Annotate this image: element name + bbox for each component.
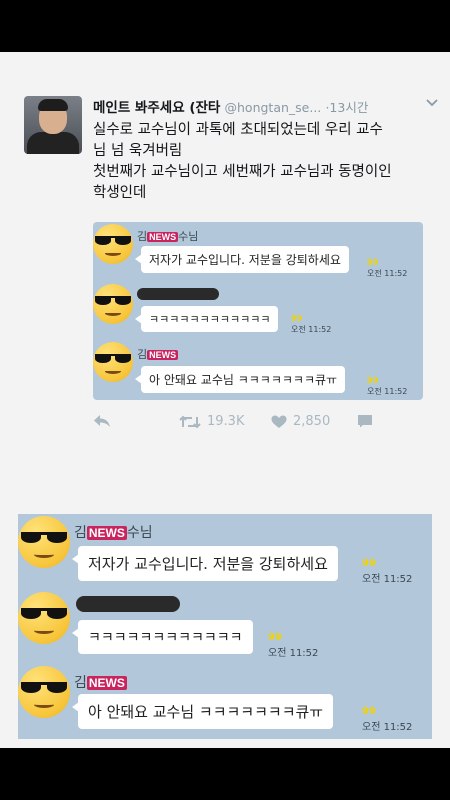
tweet-text-line: 실수로 교수님이 과톡에 초대되었는데 우리 교수 님 넘 욱겨버림 bbox=[93, 122, 383, 159]
chat-bubble: 아 안돼요 교수님 ㅋㅋㅋㅋㅋㅋㅋ큐ㅠ bbox=[71, 694, 334, 729]
sunglasses-emoji-icon bbox=[93, 284, 133, 324]
sunglasses-emoji-icon bbox=[93, 342, 133, 382]
sunglasses-emoji-icon bbox=[18, 592, 70, 644]
message-time: 오전 11:52 bbox=[268, 648, 319, 659]
reply-button[interactable] bbox=[93, 414, 111, 428]
unread-count: 99 bbox=[291, 314, 303, 323]
sunglasses-emoji-icon bbox=[93, 224, 133, 264]
like-button[interactable]: 2,850 bbox=[271, 414, 330, 429]
unread-count: 99 bbox=[367, 258, 379, 267]
unread-count: 99 bbox=[367, 376, 379, 385]
sender-name: 김 NEWS 수님 bbox=[74, 525, 153, 541]
enlarged-chat-image: 김 NEWS 수님 저자가 교수입니다. 저분을 강퇴하세요 99 오전 11:52… bbox=[18, 514, 432, 739]
like-count: 2,850 bbox=[293, 414, 331, 429]
screenshot-page: 메인트 봐주세요 (잔타 @hongtan_se... ·13시간 실수로 교수… bbox=[0, 52, 450, 748]
message-time: 오전 11:52 bbox=[367, 269, 408, 278]
message-time: 오전 11:52 bbox=[362, 574, 413, 585]
sunglasses-emoji-icon bbox=[18, 516, 70, 568]
chevron-down-icon[interactable] bbox=[426, 96, 438, 110]
message-time: 오전 11:52 bbox=[362, 722, 413, 733]
display-name[interactable]: 메인트 봐주세요 (잔타 bbox=[93, 100, 220, 116]
message-icon bbox=[358, 415, 372, 428]
attached-chat-image[interactable]: 김 NEWS 수님 저자가 교수입니다. 저분을 강퇴하세요 99 오전 11:52… bbox=[93, 222, 423, 400]
tweet-text: 실수로 교수님이 과톡에 초대되었는데 우리 교수 님 넘 욱겨버림 첫번째가 … bbox=[93, 120, 438, 204]
unread-count: 99 bbox=[362, 558, 376, 569]
redacted-sender bbox=[76, 596, 180, 612]
chat-bubble: 저자가 교수입니다. 저분을 강퇴하세요 bbox=[72, 546, 338, 581]
tweet-text-line: 첫번째가 교수님이고 세번째가 교수님과 동명이인 학생인데 bbox=[93, 164, 392, 201]
unread-count: 99 bbox=[362, 706, 376, 717]
heart-icon bbox=[271, 415, 287, 428]
reply-icon bbox=[94, 415, 110, 427]
sender-name: 김 NEWS bbox=[137, 348, 179, 361]
unread-count: 99 bbox=[268, 632, 282, 643]
tweet-time[interactable]: 13시간 bbox=[329, 100, 368, 115]
retweet-icon bbox=[179, 415, 201, 428]
sunglasses-emoji-icon bbox=[18, 666, 70, 718]
retweet-count: 19.3K bbox=[207, 414, 245, 429]
message-time: 오전 11:52 bbox=[291, 325, 332, 334]
tweet[interactable]: 메인트 봐주세요 (잔타 @hongtan_se... ·13시간 실수로 교수… bbox=[0, 52, 450, 462]
user-handle[interactable]: @hongtan_se... bbox=[225, 100, 322, 115]
direct-message-button[interactable] bbox=[357, 414, 373, 428]
redacted-sender bbox=[137, 288, 219, 300]
retweet-button[interactable]: 19.3K bbox=[179, 414, 244, 429]
chat-bubble: 저자가 교수입니다. 저분을 강퇴하세요 bbox=[135, 246, 349, 273]
tweet-actions: 19.3K 2,850 bbox=[93, 414, 438, 438]
sender-name: 김 NEWS 수님 bbox=[137, 230, 199, 243]
sender-name: 김 NEWS bbox=[74, 675, 127, 691]
chat-bubble: 아 안돼요 교수님 ㅋㅋㅋㅋㅋㅋㅋ큐ㅠ bbox=[134, 366, 346, 393]
tweet-header: 메인트 봐주세요 (잔타 @hongtan_se... ·13시간 bbox=[93, 96, 438, 118]
user-avatar[interactable] bbox=[24, 96, 82, 154]
message-time: 오전 11:52 bbox=[367, 387, 408, 396]
chat-bubble: ㅋㅋㅋㅋㅋㅋㅋㅋㅋㅋㅋㅋ bbox=[72, 620, 253, 654]
chat-bubble: ㅋㅋㅋㅋㅋㅋㅋㅋㅋㅋㅋㅋ bbox=[134, 306, 279, 332]
